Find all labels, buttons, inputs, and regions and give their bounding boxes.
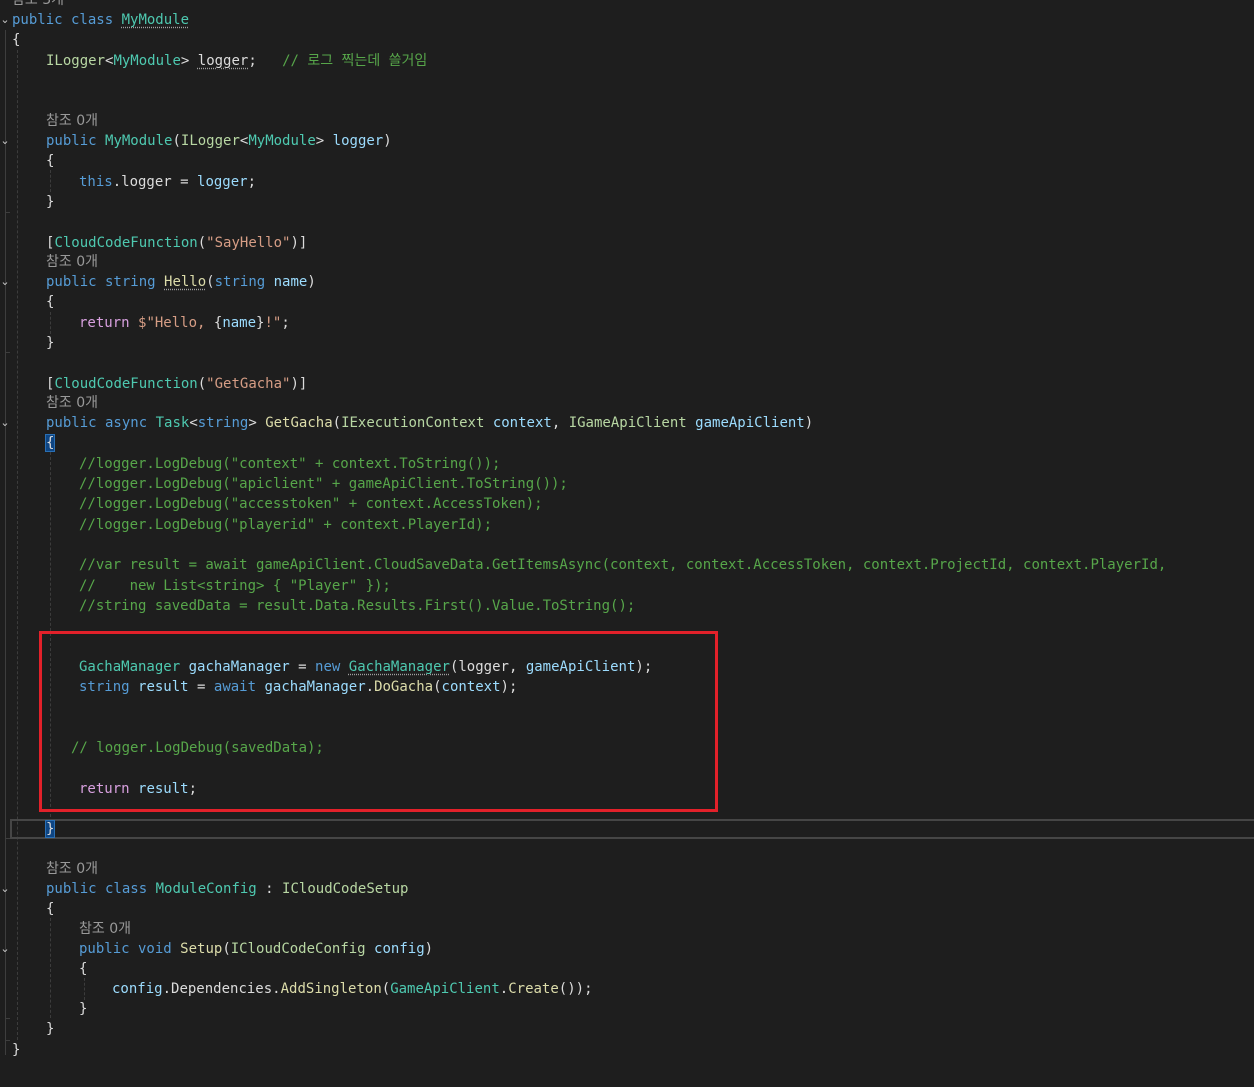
indent-guide	[17, 50, 18, 1040]
code-line[interactable]: }	[79, 999, 87, 1019]
outline-tick	[5, 352, 10, 353]
collapse-chevron-icon[interactable]: ⌄	[0, 413, 10, 433]
collapse-chevron-icon[interactable]: ⌄	[0, 879, 10, 899]
collapse-chevron-icon[interactable]: ⌄	[0, 10, 10, 30]
code-line[interactable]: {	[46, 151, 54, 171]
indent-guide	[50, 312, 51, 334]
codelens-references[interactable]: 참조 0개	[46, 859, 98, 879]
code-line[interactable]: this.logger = logger;	[79, 172, 256, 192]
indent-guide	[50, 918, 51, 1018]
codelens-references[interactable]: 참조 0개	[46, 252, 98, 272]
code-line-logger-field[interactable]: ILogger<MyModule> logger; // 로그 찍는데 쓸거임	[46, 51, 427, 71]
code-line-return-hello[interactable]: return $"Hello, {name}!";	[79, 313, 290, 333]
outline-tick	[5, 1040, 10, 1041]
code-comment[interactable]: //logger.LogDebug("playerid" + context.P…	[79, 515, 492, 535]
code-comment[interactable]: //logger.LogDebug("accesstoken" + contex…	[79, 494, 543, 514]
code-line[interactable]: {	[46, 899, 54, 919]
code-line[interactable]: }	[46, 1019, 54, 1039]
codelens-references[interactable]: 참조 0개	[79, 919, 131, 939]
codelens-references[interactable]: 참조 0개	[46, 393, 98, 413]
codelens-references[interactable]: 참조 0개	[46, 111, 98, 131]
code-line[interactable]: {	[12, 30, 20, 50]
code-line[interactable]: }	[46, 192, 54, 212]
code-comment[interactable]: //string savedData = result.Data.Results…	[79, 596, 635, 616]
code-line[interactable]: {	[79, 959, 87, 979]
outline-tick	[5, 212, 10, 213]
code-comment[interactable]: //var result = await gameApiClient.Cloud…	[79, 555, 1166, 575]
code-line[interactable]: {	[44, 433, 56, 453]
code-comment[interactable]: //logger.LogDebug("apiclient" + gameApiC…	[79, 474, 568, 494]
collapse-chevron-icon[interactable]: ⌄	[0, 939, 10, 959]
current-line-highlight	[10, 819, 1254, 839]
code-editor[interactable]: ⌄ ⌄ ⌄ ⌄ ⌄ ⌄ 참조 3개 public class MyModule …	[0, 0, 1254, 1087]
annotation-highlight-box	[39, 631, 718, 812]
code-line[interactable]: }	[46, 333, 54, 353]
code-line-setup-method[interactable]: public void Setup(ICloudCodeConfig confi…	[79, 939, 433, 959]
code-line-attribute[interactable]: [CloudCodeFunction("SayHello")]	[46, 233, 307, 253]
collapse-chevron-icon[interactable]: ⌄	[0, 272, 10, 292]
codelens-references[interactable]: 참조 3개	[12, 0, 64, 10]
indent-guide	[84, 978, 85, 1000]
code-line-getgacha-method[interactable]: public async Task<string> GetGacha(IExec…	[46, 413, 813, 433]
code-line[interactable]: }	[44, 819, 56, 839]
code-comment[interactable]: // new List<string> { "Player" });	[79, 576, 391, 596]
code-line[interactable]: }	[12, 1040, 20, 1060]
code-comment[interactable]: //logger.LogDebug("context" + context.To…	[79, 454, 500, 474]
code-line-moduleconfig-class[interactable]: public class ModuleConfig : ICloudCodeSe…	[46, 879, 408, 899]
code-line[interactable]: {	[46, 292, 54, 312]
code-line-class-decl[interactable]: public class MyModule	[12, 10, 189, 30]
collapse-chevron-icon[interactable]: ⌄	[0, 131, 10, 151]
code-line-attribute[interactable]: [CloudCodeFunction("GetGacha")]	[46, 374, 307, 394]
outline-margin-line	[5, 30, 6, 1055]
code-line-constructor[interactable]: public MyModule(ILogger<MyModule> logger…	[46, 131, 392, 151]
code-line-hello-method[interactable]: public string Hello(string name)	[46, 272, 316, 292]
outline-tick	[5, 1018, 10, 1019]
indent-guide	[50, 170, 51, 192]
code-line-add-singleton[interactable]: config.Dependencies.AddSingleton(GameApi…	[112, 979, 593, 999]
